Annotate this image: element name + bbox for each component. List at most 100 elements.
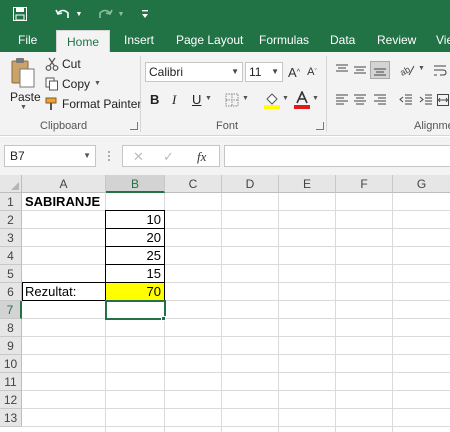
cell-b4[interactable]: 25 [106, 247, 164, 265]
underline-dropdown-icon[interactable]: ▼ [205, 95, 212, 102]
select-all-icon[interactable] [0, 175, 22, 193]
gridline [22, 228, 450, 229]
cell-b2[interactable]: 10 [106, 211, 164, 229]
cut-icon[interactable] [44, 56, 60, 72]
row-header-1[interactable]: 1 [0, 193, 22, 211]
ribbon-separator [140, 56, 141, 132]
row-header-11[interactable]: 11 [0, 373, 22, 391]
font-color-icon[interactable] [294, 90, 310, 110]
fill-handle[interactable] [161, 316, 166, 321]
gridline [22, 264, 450, 265]
decrease-font-size-icon[interactable]: Aˇ [304, 62, 320, 82]
name-box[interactable]: B7 ▼ [4, 145, 96, 167]
row-header-12[interactable]: 12 [0, 391, 22, 409]
gridline [22, 372, 450, 373]
column-header-f[interactable]: F [336, 175, 393, 193]
customize-icon[interactable] [138, 4, 152, 24]
copy-button[interactable]: Copy [62, 77, 90, 91]
align-right-icon[interactable] [372, 92, 388, 108]
bottom-align-icon[interactable] [370, 61, 390, 79]
row-header-8[interactable]: 8 [0, 319, 22, 337]
column-header-a[interactable]: A [22, 175, 106, 193]
middle-align-icon[interactable] [352, 62, 368, 78]
paste-icon[interactable] [8, 56, 38, 90]
wrap-text-icon[interactable] [432, 62, 448, 78]
copy-dropdown-icon[interactable]: ▼ [94, 80, 101, 87]
tab-view[interactable]: Vie [436, 28, 450, 52]
tab-review[interactable]: Review [377, 28, 416, 52]
increase-indent-icon[interactable] [418, 92, 434, 108]
cell-a1[interactable]: SABIRANJE [22, 193, 103, 211]
row-header-5[interactable]: 5 [0, 265, 22, 283]
enter-icon[interactable]: ✓ [163, 149, 174, 165]
font-name-value: Calibri [149, 65, 184, 79]
ribbon-separator [326, 56, 327, 132]
align-center-icon[interactable] [352, 92, 368, 108]
column-header-c[interactable]: C [165, 175, 222, 193]
row-header-6[interactable]: 6 [0, 283, 22, 301]
undo-icon[interactable] [52, 4, 74, 24]
redo-dropdown-icon[interactable]: ▼ [116, 4, 126, 24]
row-header-10[interactable]: 10 [0, 355, 22, 373]
column-header-b[interactable]: B [106, 175, 165, 193]
row-header-9[interactable]: 9 [0, 337, 22, 355]
row-header-3[interactable]: 3 [0, 229, 22, 247]
gridline [22, 246, 450, 247]
row-header-2[interactable]: 2 [0, 211, 22, 229]
font-name-select[interactable]: Calibri ▼ [145, 62, 243, 82]
column-header-e[interactable]: E [279, 175, 336, 193]
font-group-label: Font [216, 120, 239, 132]
italic-button[interactable]: I [172, 92, 176, 108]
increase-font-size-icon[interactable]: A ^ [286, 62, 302, 82]
column-header-g[interactable]: G [393, 175, 450, 193]
grip-icon[interactable] [104, 149, 114, 163]
cell-b6[interactable]: 70 [106, 283, 164, 301]
decrease-indent-icon[interactable] [398, 92, 414, 108]
fill-color-dropdown-icon[interactable]: ▼ [282, 95, 289, 102]
font-size-select[interactable]: 11 ▼ [245, 62, 283, 82]
tab-data[interactable]: Data [330, 28, 355, 52]
tab-home[interactable]: Home [56, 30, 111, 52]
row-header-7[interactable]: 7 [0, 301, 22, 319]
font-color-dropdown-icon[interactable]: ▼ [312, 95, 319, 102]
clipboard-launcher-icon[interactable] [130, 122, 138, 130]
paste-button[interactable]: Paste [10, 90, 41, 104]
cell-b3[interactable]: 20 [106, 229, 164, 247]
bold-button[interactable]: B [150, 92, 159, 107]
column-header-d[interactable]: D [222, 175, 279, 193]
undo-dropdown-icon[interactable]: ▼ [74, 4, 84, 24]
merge-center-icon[interactable] [436, 92, 450, 108]
borders-dropdown-icon[interactable]: ▼ [242, 95, 249, 102]
orientation-icon[interactable]: ab [398, 62, 416, 78]
spreadsheet-grid[interactable]: A B C D E F G 1 2 3 4 5 6 7 8 9 10 11 12… [0, 175, 450, 432]
formula-input[interactable] [224, 145, 450, 167]
orientation-dropdown-icon[interactable]: ▼ [418, 65, 425, 72]
copy-icon[interactable] [44, 76, 60, 92]
save-icon[interactable] [10, 4, 30, 24]
chevron-down-icon: ▼ [83, 151, 91, 160]
tab-page-layout[interactable]: Page Layout [176, 28, 243, 52]
redo-icon[interactable] [94, 4, 116, 24]
font-size-value: 11 [249, 65, 262, 79]
tab-formulas[interactable]: Formulas [259, 28, 309, 52]
cell-b5[interactable]: 15 [106, 265, 164, 283]
font-launcher-icon[interactable] [316, 122, 324, 130]
cut-button[interactable]: Cut [62, 57, 81, 71]
format-painter-icon[interactable] [44, 96, 60, 112]
fill-color-icon[interactable] [264, 90, 280, 110]
tab-file[interactable]: File [18, 28, 37, 52]
underline-button[interactable]: U [192, 92, 201, 107]
tab-insert[interactable]: Insert [124, 28, 154, 52]
active-cell-b7[interactable] [105, 300, 166, 320]
borders-icon[interactable] [224, 92, 240, 108]
row-header-13[interactable]: 13 [0, 409, 22, 427]
paste-dropdown-icon[interactable]: ▼ [20, 104, 27, 111]
align-left-icon[interactable] [334, 92, 350, 108]
cell-a6[interactable]: Rezultat: [22, 283, 79, 301]
insert-function-icon[interactable]: fx [197, 149, 206, 165]
top-align-icon[interactable] [334, 62, 350, 78]
format-painter-button[interactable]: Format Painter [62, 97, 141, 111]
cancel-icon[interactable]: ✕ [133, 149, 144, 165]
row-header-4[interactable]: 4 [0, 247, 22, 265]
chevron-down-icon: ▼ [271, 67, 279, 76]
